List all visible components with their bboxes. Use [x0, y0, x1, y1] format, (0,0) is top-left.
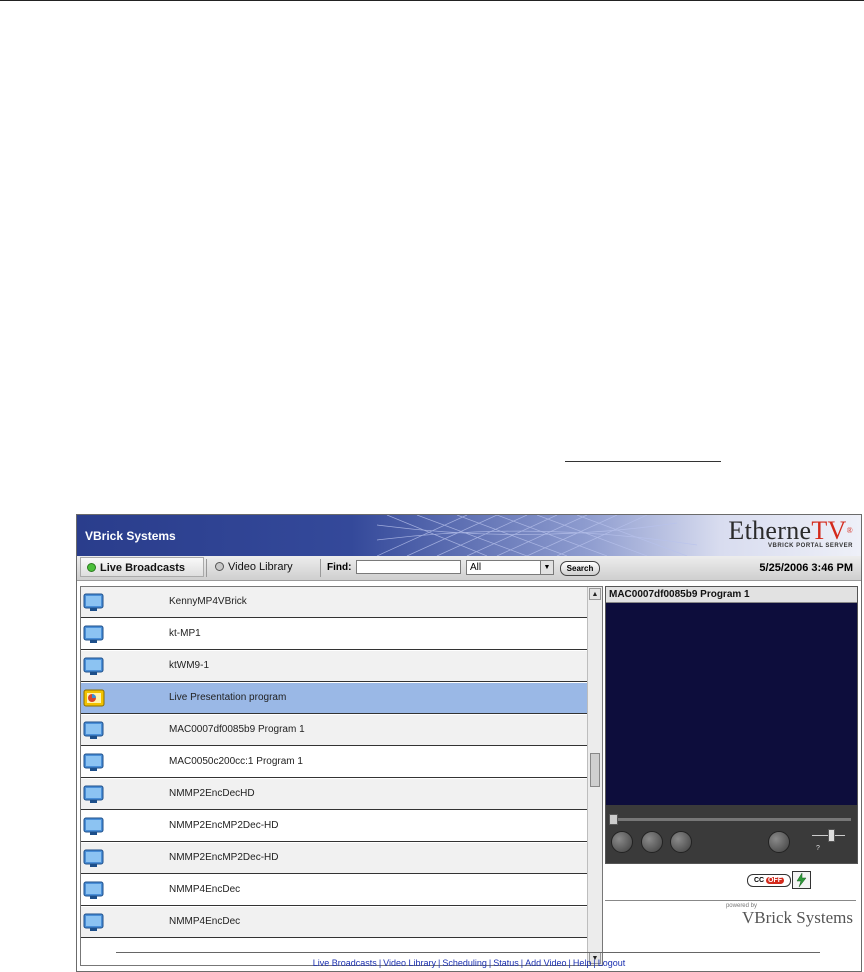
search-button[interactable]: Search [560, 561, 600, 576]
monitor-icon [83, 849, 105, 869]
presentation-icon [83, 689, 105, 709]
list-item-label: KennyMP4VBrick [169, 596, 247, 607]
seek-bar[interactable] [610, 818, 851, 821]
list-item-label: NMMP4EncDec [169, 916, 241, 927]
status-dot-gray-icon [215, 561, 224, 571]
cc-label: CC [753, 877, 765, 884]
list-item[interactable]: NMMP4EncDec [81, 907, 587, 938]
brand-name: VBrick Systems [85, 529, 176, 543]
logo-wordmark: EtherneTV® [728, 517, 853, 545]
monitor-icon [83, 721, 105, 741]
seek-handle[interactable] [609, 814, 618, 825]
list-item[interactable]: ktWM9-1 [81, 651, 587, 682]
toolbar-divider [320, 559, 321, 577]
list-item-label: kt-MP1 [169, 628, 201, 639]
powered-by-brand: VBrick Systems [742, 908, 853, 927]
monitor-icon [83, 881, 105, 901]
footer-links: Live Broadcasts | Video Library | Scheduling… [77, 958, 861, 968]
player-controls: ? [606, 805, 857, 863]
banner-mesh-graphic [377, 515, 698, 556]
logo-registered-mark: ® [846, 526, 853, 535]
player-badges: CC OFF [605, 871, 856, 889]
find-label: Find: [327, 562, 352, 573]
list-item-label: NMMP2EncMP2Dec-HD [169, 852, 279, 863]
list-scrollbar[interactable]: ▲ ▼ [587, 587, 602, 965]
player-title: MAC0007df0085b9 Program 1 [606, 587, 857, 603]
logo-tv-text: TV [811, 516, 847, 545]
flash-icon[interactable] [792, 871, 811, 889]
list-item-label: Live Presentation program [169, 692, 287, 703]
list-item-label: NMMP4EncDec [169, 884, 241, 895]
scroll-thumb[interactable] [590, 753, 600, 787]
footer-link-scheduling[interactable]: Scheduling [442, 958, 487, 968]
monitor-icon [83, 913, 105, 933]
volume-help-icon[interactable]: ? [816, 845, 820, 852]
broadcast-list: KennyMP4VBrick kt-MP1 ktWM9-1 Live Presenta… [80, 586, 603, 966]
tab-live-label: Live Broadcasts [100, 562, 185, 574]
list-item-label: NMMP2EncMP2Dec-HD [169, 820, 279, 831]
pause-icon[interactable] [641, 831, 663, 853]
current-datetime: 5/25/2006 3:46 PM [759, 562, 853, 574]
footer-divider [116, 952, 820, 953]
toolbar-divider [206, 559, 207, 577]
list-item[interactable]: kt-MP1 [81, 619, 587, 650]
monitor-icon [83, 625, 105, 645]
monitor-icon [83, 593, 105, 613]
list-item-label: NMMP2EncDecHD [169, 788, 255, 799]
tab-video-library[interactable]: Video Library [209, 557, 313, 577]
page-top-rule [0, 0, 864, 1]
footer-link-help[interactable]: Help [573, 958, 592, 968]
document-underline [565, 461, 721, 462]
video-player: MAC0007df0085b9 Program 1 ? [605, 586, 858, 864]
footer-link-video-library[interactable]: Video Library [383, 958, 436, 968]
list-item-label: MAC0050c200cc:1 Program 1 [169, 756, 303, 767]
header-banner: VBrick Systems EtherneTV® VBRICK PORTAL … [77, 515, 861, 556]
list-item[interactable]: NMMP4EncDec [81, 875, 587, 906]
play-icon[interactable] [611, 831, 633, 853]
volume-handle[interactable] [828, 829, 835, 842]
list-item-label: ktWM9-1 [169, 660, 209, 671]
find-select-value: All [470, 562, 482, 573]
powered-by-logo: powered by VBrick Systems [726, 903, 853, 927]
ethernetv-logo: EtherneTV® VBRICK PORTAL SERVER [728, 517, 853, 550]
footer-link-status[interactable]: Status [493, 958, 519, 968]
tab-live-broadcasts[interactable]: Live Broadcasts [80, 557, 204, 577]
find-category-select[interactable]: All ▼ [466, 560, 554, 575]
monitor-icon [83, 817, 105, 837]
monitor-icon [83, 657, 105, 677]
list-item[interactable]: Live Presentation program [81, 683, 587, 714]
lightning-icon [796, 872, 807, 888]
powered-divider [605, 900, 856, 901]
scroll-up-icon[interactable]: ▲ [589, 588, 601, 600]
list-item[interactable]: NMMP2EncDecHD [81, 779, 587, 810]
portal-window: VBrick Systems EtherneTV® VBRICK PORTAL … [76, 514, 862, 972]
cc-state: OFF [766, 877, 785, 884]
find-input[interactable] [356, 560, 461, 574]
toolbar: Live Broadcasts Video Library Find: All … [77, 556, 861, 581]
list-item-label: MAC0007df0085b9 Program 1 [169, 724, 305, 735]
list-item[interactable]: MAC0050c200cc:1 Program 1 [81, 747, 587, 778]
stop-icon[interactable] [670, 831, 692, 853]
list-item[interactable]: KennyMP4VBrick [81, 587, 587, 618]
tab-library-label: Video Library [228, 561, 293, 573]
list-item[interactable]: NMMP2EncMP2Dec-HD [81, 811, 587, 842]
footer-link-live-broadcasts[interactable]: Live Broadcasts [313, 958, 377, 968]
list-item[interactable]: MAC0007df0085b9 Program 1 [81, 715, 587, 746]
monitor-icon [83, 753, 105, 773]
closed-caption-toggle[interactable]: CC OFF [747, 874, 791, 887]
footer-link-logout[interactable]: Logout [598, 958, 626, 968]
fullscreen-icon[interactable] [768, 831, 790, 853]
monitor-icon [83, 785, 105, 805]
chevron-down-icon[interactable]: ▼ [540, 561, 553, 574]
video-area[interactable] [606, 603, 857, 805]
logo-main-text: Etherne [728, 516, 812, 545]
footer-link-add-video[interactable]: Add Video [525, 958, 566, 968]
status-dot-green-icon [87, 562, 96, 572]
list-item[interactable]: NMMP2EncMP2Dec-HD [81, 843, 587, 874]
